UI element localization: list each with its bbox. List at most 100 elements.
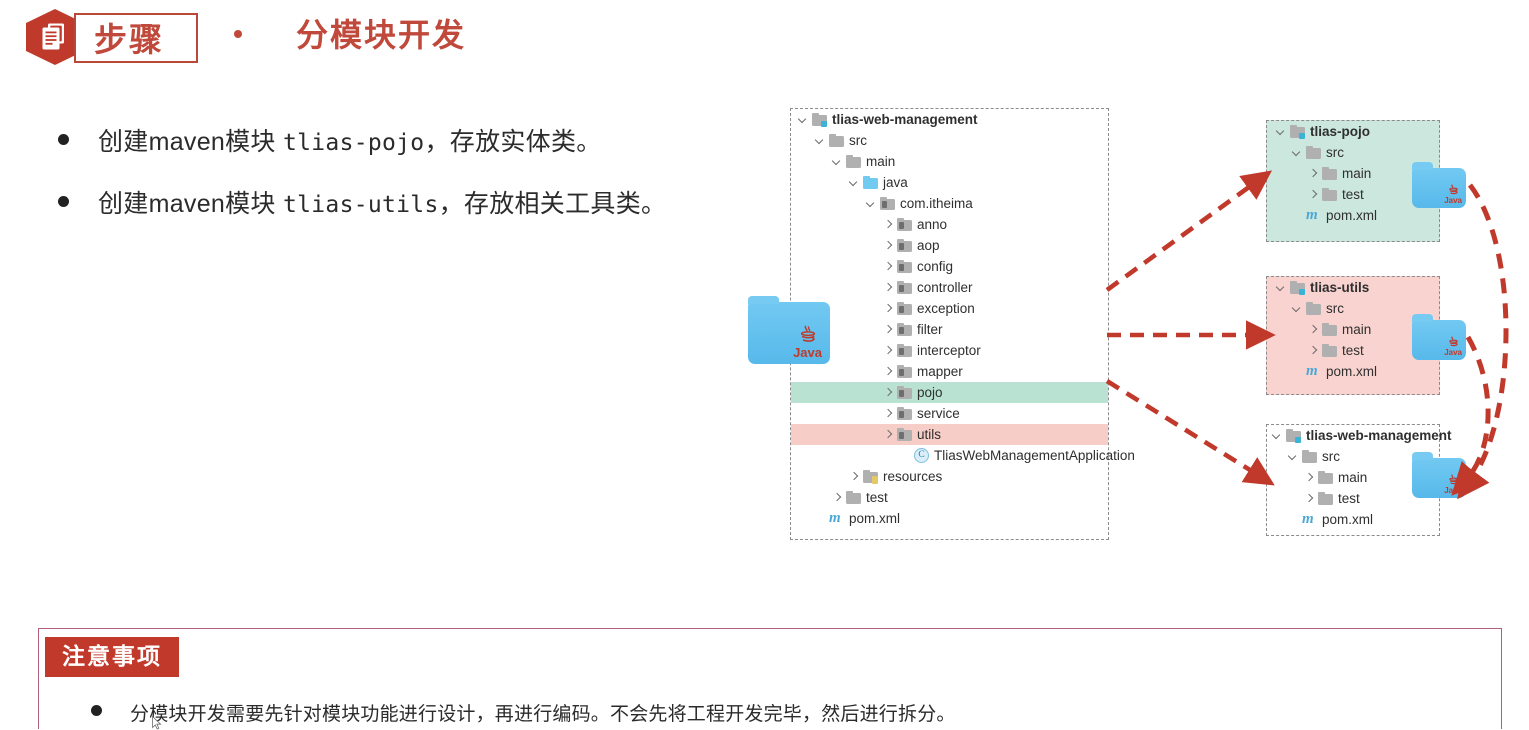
java-cup-icon	[800, 325, 815, 342]
chevron-right-icon[interactable]	[882, 218, 895, 231]
chevron-down-icon[interactable]	[831, 155, 844, 168]
tree-row-label: pom.xml	[1326, 364, 1378, 379]
tree-row-label: main	[866, 154, 896, 169]
tree-row[interactable]: m pom.xml	[791, 508, 1108, 529]
package-folder-icon	[897, 260, 912, 273]
tree-row[interactable]: config	[791, 256, 1108, 277]
tree-row-label: mapper	[917, 364, 963, 379]
chevron-right-icon[interactable]	[882, 323, 895, 336]
chevron-right-icon[interactable]	[831, 491, 844, 504]
module-folder-icon	[1290, 281, 1305, 295]
chevron-right-icon[interactable]	[1303, 471, 1316, 484]
java-folder-icon-web: Java	[1412, 452, 1466, 498]
tree-row[interactable]: C TliasWebManagementApplication	[791, 445, 1135, 466]
chevron-down-icon[interactable]	[1275, 281, 1288, 294]
tree-row[interactable]: tlias-web-management	[1267, 425, 1452, 446]
notice-tag: 注意事项	[45, 637, 179, 677]
tree-row-label: src	[1326, 145, 1344, 160]
tree-row-label: src	[1322, 449, 1340, 464]
java-folder-label: Java	[793, 325, 822, 359]
chevron-down-icon[interactable]	[1291, 302, 1304, 315]
package-folder-icon	[897, 365, 912, 378]
chevron-down-icon[interactable]	[797, 113, 810, 126]
tree-row[interactable]: java	[791, 172, 1108, 193]
tree-row-label: test	[1338, 491, 1360, 506]
bullet-dot-icon	[91, 705, 102, 716]
step-badge: 步骤	[22, 7, 198, 66]
chevron-right-icon[interactable]	[882, 365, 895, 378]
tree-row[interactable]: controller	[791, 277, 1108, 298]
tree-row[interactable]: m pom.xml	[1267, 361, 1439, 382]
tree-row[interactable]: test	[791, 487, 1108, 508]
chevron-right-icon[interactable]	[882, 344, 895, 357]
chevron-right-icon[interactable]	[1307, 323, 1320, 336]
folder-icon	[1306, 146, 1321, 159]
tree-row-label: pom.xml	[1326, 208, 1378, 223]
tree-row[interactable]: src	[1267, 142, 1439, 163]
chevron-right-icon[interactable]	[1303, 492, 1316, 505]
package-folder-icon	[897, 323, 912, 336]
tree-row-label: src	[1326, 301, 1344, 316]
chevron-placeholder	[1287, 513, 1300, 526]
chevron-right-icon[interactable]	[882, 239, 895, 252]
notice-item-text: 分模块开发需要先针对模块功能进行设计，再进行编码。不会先将工程开发完毕，然后进行…	[130, 704, 956, 725]
tree-row-label: pom.xml	[1322, 512, 1374, 527]
tree-row[interactable]: tlias-pojo	[1267, 121, 1439, 142]
tree-row[interactable]: pojo	[791, 382, 1108, 403]
chevron-right-icon[interactable]	[882, 281, 895, 294]
folder-icon	[1306, 302, 1321, 315]
source-folder-icon	[863, 176, 878, 189]
chevron-down-icon[interactable]	[1287, 450, 1300, 463]
chevron-down-icon[interactable]	[865, 197, 878, 210]
chevron-placeholder	[1291, 365, 1304, 378]
tree-row-label: utils	[917, 427, 942, 442]
chevron-down-icon[interactable]	[1275, 125, 1288, 138]
tree-row-label: anno	[917, 217, 948, 232]
tree-row[interactable]: src	[791, 130, 1108, 151]
tree-row[interactable]: mapper	[791, 361, 1108, 382]
chevron-down-icon[interactable]	[1291, 146, 1304, 159]
chevron-right-icon[interactable]	[882, 428, 895, 441]
tree-row[interactable]: filter	[791, 319, 1108, 340]
tree-row[interactable]: m pom.xml	[1267, 509, 1439, 530]
tree-row-label: tlias-pojo	[1310, 124, 1370, 139]
chevron-right-icon[interactable]	[1307, 167, 1320, 180]
project-tree-panel-main: tlias-web-management src main java com.ithei…	[790, 108, 1135, 540]
chevron-right-icon[interactable]	[848, 470, 861, 483]
tree-row[interactable]: service	[791, 403, 1108, 424]
mouse-cursor-icon	[152, 716, 162, 730]
chevron-right-icon[interactable]	[882, 386, 895, 399]
tree-row[interactable]: exception	[791, 298, 1108, 319]
tree-row-label: service	[917, 406, 960, 421]
arrow-pojo-dependency	[1457, 183, 1509, 500]
tree-row[interactable]: m pom.xml	[1267, 205, 1439, 226]
folder-icon	[846, 491, 861, 504]
tree-row-label: tlias-web-management	[1306, 428, 1452, 443]
tree-main: tlias-web-management src main java com.ithei…	[791, 109, 1135, 539]
java-folder-icon-utils: Java	[1412, 314, 1466, 360]
tree-row-label: main	[1342, 322, 1372, 337]
chevron-down-icon[interactable]	[848, 176, 861, 189]
java-folder-label: Java	[1444, 336, 1462, 357]
tree-row-label: interceptor	[917, 343, 981, 358]
tree-row[interactable]: com.itheima	[791, 193, 1108, 214]
tree-row[interactable]: interceptor	[791, 340, 1108, 361]
chevron-right-icon[interactable]	[1307, 344, 1320, 357]
tree-row[interactable]: main	[791, 151, 1108, 172]
bullet-item: 创建maven模块 tlias-pojo，存放实体类。	[58, 122, 758, 156]
chevron-down-icon[interactable]	[814, 134, 827, 147]
tree-row[interactable]: anno	[791, 214, 1108, 235]
tree-row-label: tlias-web-management	[832, 112, 978, 127]
chevron-right-icon[interactable]	[1307, 188, 1320, 201]
tree-row[interactable]: tlias-web-management	[791, 109, 1108, 130]
chevron-down-icon[interactable]	[1271, 429, 1284, 442]
tree-row[interactable]: tlias-utils	[1267, 277, 1439, 298]
tree-row[interactable]: resources	[791, 466, 1108, 487]
chevron-right-icon[interactable]	[882, 302, 895, 315]
chevron-right-icon[interactable]	[882, 260, 895, 273]
tree-row[interactable]: utils	[791, 424, 1108, 445]
tree-row[interactable]: aop	[791, 235, 1108, 256]
bullet-item-text: 创建maven模块 tlias-pojo，存放实体类。	[98, 128, 602, 156]
tree-row-label: java	[883, 175, 908, 190]
chevron-right-icon[interactable]	[882, 407, 895, 420]
